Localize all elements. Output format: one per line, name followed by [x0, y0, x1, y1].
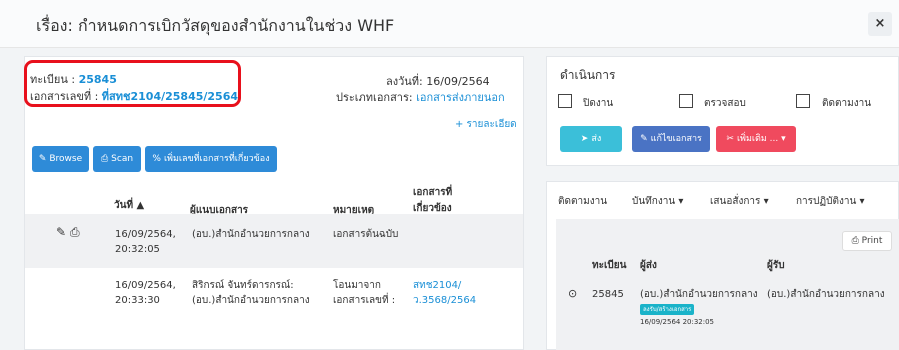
column-header-related-1: เอกสารที่: [413, 187, 453, 198]
details-link[interactable]: + รายละเอียด: [455, 117, 517, 132]
history-timestamp: 16/09/2564 20:32:05: [640, 318, 715, 326]
printer-icon[interactable]: ⎙: [70, 225, 80, 240]
related-doc-link-line1[interactable]: สทช2104/: [413, 278, 461, 293]
row-note-line1: โอนมาจาก: [333, 280, 381, 291]
scan-label: Scan: [111, 154, 134, 164]
link-icon: %: [152, 154, 161, 164]
row-attacher-line2: (อบ.)สำนักอำนวยการกลาง: [192, 295, 310, 306]
history-header-reg: ทะเบียน: [592, 260, 627, 271]
document-type-link[interactable]: เอกสารส่งภายนอก: [416, 91, 505, 104]
add-related-button[interactable]: % เพิ่มเลขที่เอกสารที่เกี่ยวข้อง: [145, 146, 277, 172]
edit-document-button[interactable]: ✎ แก้ไขเอกสาร: [632, 126, 710, 152]
column-header-date[interactable]: วันที่ ▲: [114, 198, 144, 213]
highlight-box: [24, 60, 241, 107]
history-receiver: (อบ.)สำนักอำนวยการกลาง: [767, 289, 885, 300]
browse-label: Browse: [49, 154, 83, 164]
printer-icon: ⎙: [851, 236, 862, 246]
tab-follow-up[interactable]: ติดตามงาน: [558, 194, 607, 209]
close-job-checkbox[interactable]: [558, 94, 572, 108]
row-attacher-line1: สิริกรณ์ จันทร์ดารกรณ์:: [192, 280, 294, 291]
review-label: ตรวจสอบ: [704, 98, 746, 109]
paperclip-icon: ✎: [38, 154, 47, 164]
row-note-line2: เอกสารเลขที่ :: [333, 295, 396, 306]
history-reg: 25845: [592, 289, 624, 300]
row-date-line2: 20:33:30: [115, 295, 160, 306]
follow-up-checkbox[interactable]: [796, 94, 810, 108]
row-date-line1: 16/09/2564,: [115, 280, 176, 291]
edit-document-label: แก้ไขเอกสาร: [650, 134, 702, 144]
print-button[interactable]: ⎙ Print: [842, 231, 892, 251]
printer-icon: ⎙: [100, 154, 109, 164]
caret-down-icon: ▾: [778, 134, 786, 144]
close-button[interactable]: ×: [868, 12, 892, 36]
history-sender: (อบ.)สำนักอำนวยการกลาง: [640, 289, 758, 300]
tab-work-log[interactable]: บันทึกงาน ▾: [632, 194, 683, 209]
paperclip-icon[interactable]: ✎: [56, 225, 66, 240]
send-label: ส่ง: [591, 134, 602, 144]
close-job-label: ปิดงาน: [583, 98, 614, 109]
row-note: เอกสารต้นฉบับ: [333, 229, 399, 240]
more-button[interactable]: ✂ เพิ่มเติม ... ▾: [716, 126, 796, 152]
related-doc-link-line2[interactable]: ว.3568/2564: [413, 293, 476, 308]
send-button[interactable]: ➤ ส่ง: [560, 126, 622, 152]
action-panel-title: ดำเนินการ: [560, 68, 616, 82]
status-badge: ลงรับ/สร้างเอกสาร: [640, 304, 695, 315]
history-header-receiver: ผู้รับ: [767, 260, 785, 271]
history-header-sender: ผู้ส่ง: [640, 260, 657, 271]
follow-up-label: ติดตามงาน: [822, 98, 872, 109]
more-label: เพิ่มเติม ...: [736, 134, 779, 144]
edit-icon: ✎: [640, 134, 648, 144]
expand-icon[interactable]: ⊙: [568, 286, 577, 301]
print-label: Print: [861, 236, 883, 246]
tab-operation[interactable]: การปฏิบัติงาน ▾: [796, 194, 864, 209]
wrench-icon: ✂: [726, 134, 734, 144]
modal-title: เรื่อง: กำหนดการเบิกวัสดุของสำนักงานในช่…: [36, 16, 395, 35]
document-type-label: ประเภทเอกสาร:: [336, 91, 417, 104]
row-attacher: (อบ.)สำนักอำนวยการกลาง: [192, 229, 310, 240]
browse-button[interactable]: ✎ Browse: [32, 146, 89, 172]
row-date-line1: 16/09/2564,: [115, 229, 176, 240]
scan-button[interactable]: ⎙ Scan: [93, 146, 141, 172]
add-related-label: เพิ่มเลขที่เอกสารที่เกี่ยวข้อง: [163, 154, 270, 164]
row-date-line2: 20:32:05: [115, 244, 160, 255]
send-icon: ➤: [580, 134, 589, 144]
review-checkbox[interactable]: [679, 94, 693, 108]
document-type-line: ประเภทเอกสาร: เอกสารส่งภายนอก: [336, 88, 505, 106]
tab-propose-order[interactable]: เสนอสั่งการ ▾: [710, 194, 769, 209]
